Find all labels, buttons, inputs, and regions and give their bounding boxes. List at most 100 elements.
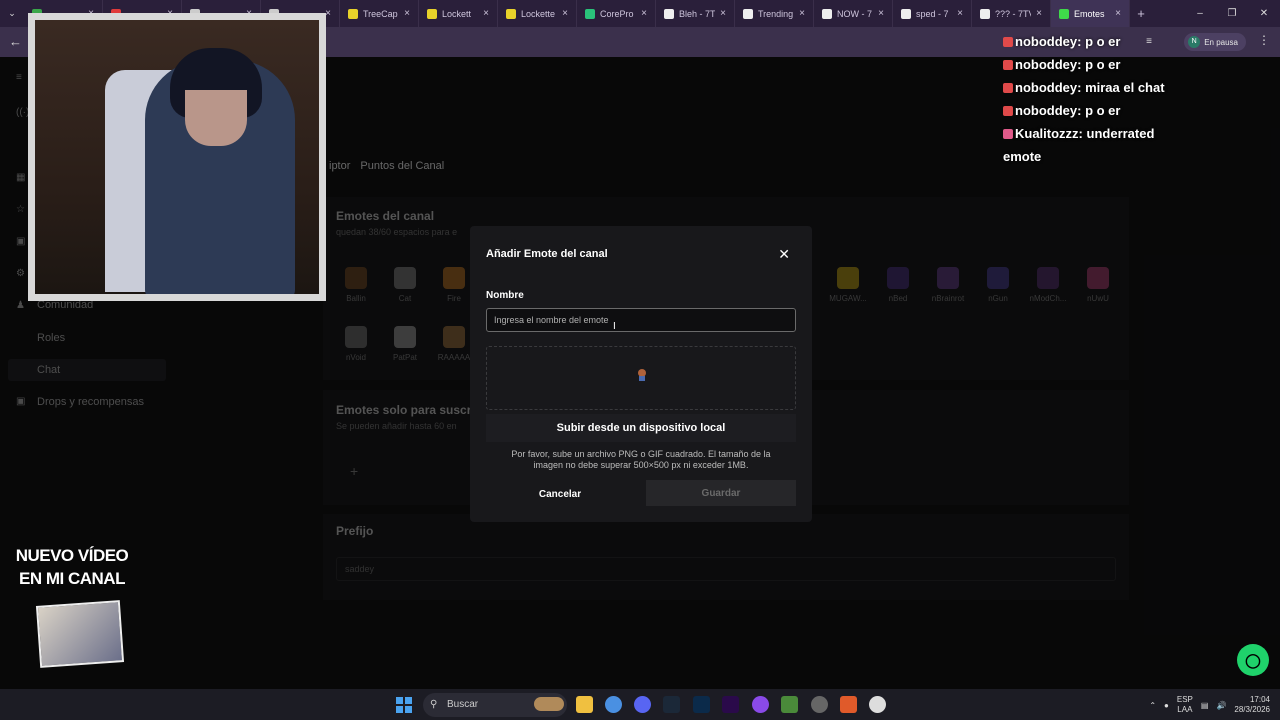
chat-username: noboddey: <box>1015 34 1082 49</box>
browser-tab[interactable]: sped - 7 × <box>893 0 972 27</box>
chat-message: noboddey: p o er <box>1003 53 1273 76</box>
minimize-icon[interactable]: – <box>1184 0 1216 27</box>
chat-username: Kualitozzz: <box>1015 126 1083 141</box>
brave-icon[interactable] <box>840 696 857 713</box>
promo-thumbnail <box>35 600 125 668</box>
browser-tab[interactable]: NOW - 7 × <box>814 0 893 27</box>
chat-badge-icon <box>1003 129 1013 139</box>
settings-app-icon[interactable] <box>811 696 828 713</box>
chat-text: p o er <box>1085 57 1121 72</box>
tab-favicon-icon <box>743 8 753 19</box>
upload-local-button[interactable]: Subir desde un dispositivo local <box>486 414 796 442</box>
chrome-icon[interactable] <box>605 696 622 713</box>
cancel-button[interactable]: Cancelar <box>518 482 602 506</box>
add-emote-dialog: Añadir Emote del canal ✕ Nombre I Subir … <box>470 226 812 522</box>
new-tab-button[interactable]: + <box>1130 6 1152 21</box>
save-button[interactable]: Guardar <box>646 480 796 506</box>
tab-close-icon[interactable]: × <box>404 8 410 19</box>
mic-icon[interactable]: ● <box>1164 701 1169 710</box>
volume-icon[interactable]: 🔊 <box>1216 701 1226 710</box>
face-shape <box>185 90 247 146</box>
tab-label: sped - 7 <box>916 8 949 19</box>
windows-taskbar: ⚲ Buscar ⌃ ● ESP LAA ▤ 🔊 17:04 28/3/2026 <box>0 689 1280 720</box>
upload-dropzone[interactable] <box>486 346 796 410</box>
tray-chevron-icon[interactable]: ⌃ <box>1149 701 1156 710</box>
tab-favicon-icon <box>506 8 516 19</box>
close-window-icon[interactable]: ✕ <box>1248 0 1280 27</box>
tab-close-icon[interactable]: × <box>799 8 805 19</box>
tab-favicon-icon <box>585 8 595 19</box>
chat-username: noboddey: <box>1015 103 1082 118</box>
clock-time: 17:04 <box>1249 695 1270 704</box>
tab-favicon-icon <box>427 8 437 19</box>
emote-name-input[interactable] <box>486 308 796 332</box>
chat-badge-icon <box>1003 60 1013 70</box>
chat-username: noboddey: <box>1015 57 1082 72</box>
tab-favicon-icon <box>980 8 990 19</box>
discord-icon[interactable] <box>634 696 651 713</box>
browser-tab[interactable]: CorePro × <box>577 0 656 27</box>
capcut-icon[interactable] <box>869 696 886 713</box>
tab-label: NOW - 7 <box>837 8 872 19</box>
photoshop-icon[interactable] <box>693 696 710 713</box>
tab-close-icon[interactable]: × <box>720 8 726 19</box>
back-arrow-icon[interactable]: ← <box>9 34 22 49</box>
dialog-title: Añadir Emote del canal <box>486 248 608 260</box>
tab-favicon-icon <box>664 8 674 19</box>
chat-message: noboddey: p o er <box>1003 99 1273 122</box>
tab-close-icon[interactable]: × <box>325 8 331 19</box>
loading-emote-icon <box>638 369 646 381</box>
chat-overlay: noboddey: p o er noboddey: p o er noboddey… <box>1003 30 1273 168</box>
premiere-icon[interactable] <box>722 696 739 713</box>
language-indicator[interactable]: ESP LAA <box>1177 695 1193 715</box>
tab-list-chevron-icon[interactable]: ⌄ <box>0 8 24 19</box>
maximize-icon[interactable]: ❐ <box>1216 0 1248 27</box>
chat-message: noboddey: p o er <box>1003 30 1273 53</box>
tab-close-icon[interactable]: × <box>1115 8 1121 19</box>
tab-label: Lockett <box>442 8 472 19</box>
help-chat-button[interactable]: ◯ <box>1237 644 1269 676</box>
minecraft-icon[interactable] <box>781 696 798 713</box>
browser-tab[interactable]: Emotes × <box>1051 0 1130 27</box>
browser-tab[interactable]: ??? - 7TV × <box>972 0 1051 27</box>
tab-close-icon[interactable]: × <box>483 8 489 19</box>
webcam-feed <box>35 20 319 294</box>
tab-close-icon[interactable]: × <box>562 8 568 19</box>
browser-tab[interactable]: Bleh - 7T × <box>656 0 735 27</box>
chat-text: emote <box>1003 149 1042 164</box>
search-label: Buscar <box>447 699 479 710</box>
chat-badge-icon <box>1003 106 1013 116</box>
tab-close-icon[interactable]: × <box>1036 8 1042 19</box>
search-highlight-icon <box>534 697 564 711</box>
steam-icon[interactable] <box>663 696 680 713</box>
network-icon[interactable]: ▤ <box>1201 701 1209 710</box>
app-icon[interactable] <box>752 696 769 713</box>
promo-line-1: NUEVO VÍDEO <box>15 546 129 565</box>
chat-text: p o er <box>1085 103 1121 118</box>
tab-close-icon[interactable]: × <box>878 8 884 19</box>
tab-close-icon[interactable]: × <box>957 8 963 19</box>
browser-tab[interactable]: Lockette × <box>498 0 577 27</box>
file-explorer-icon[interactable] <box>576 696 593 713</box>
chat-message: emote <box>1003 145 1273 168</box>
chat-username: noboddey: <box>1015 80 1082 95</box>
name-label: Nombre <box>486 290 524 301</box>
tab-favicon-icon <box>348 8 358 19</box>
tab-favicon-icon <box>901 8 911 19</box>
tab-label: TreeCap <box>363 8 398 19</box>
chat-badge-icon <box>1003 37 1013 47</box>
close-icon[interactable]: ✕ <box>778 246 790 263</box>
lang-top: ESP <box>1176 695 1193 704</box>
browser-tab[interactable]: Trending × <box>735 0 814 27</box>
tab-close-icon[interactable]: × <box>641 8 647 19</box>
promo-line-2: EN MI CANAL <box>19 569 125 588</box>
browser-tab[interactable]: Lockett × <box>419 0 498 27</box>
chat-text: miraa el chat <box>1085 80 1165 95</box>
windows-start-icon[interactable] <box>396 697 412 713</box>
promo-text: NUEVO VÍDEO EN MI CANAL <box>6 544 138 590</box>
browser-tab[interactable]: TreeCap × <box>340 0 419 27</box>
tab-label: ??? - 7TV <box>995 8 1032 19</box>
clock[interactable]: 17:04 28/3/2026 <box>1234 695 1270 715</box>
chat-badge-icon <box>1003 83 1013 93</box>
lang-bottom: LAA <box>1177 705 1193 714</box>
